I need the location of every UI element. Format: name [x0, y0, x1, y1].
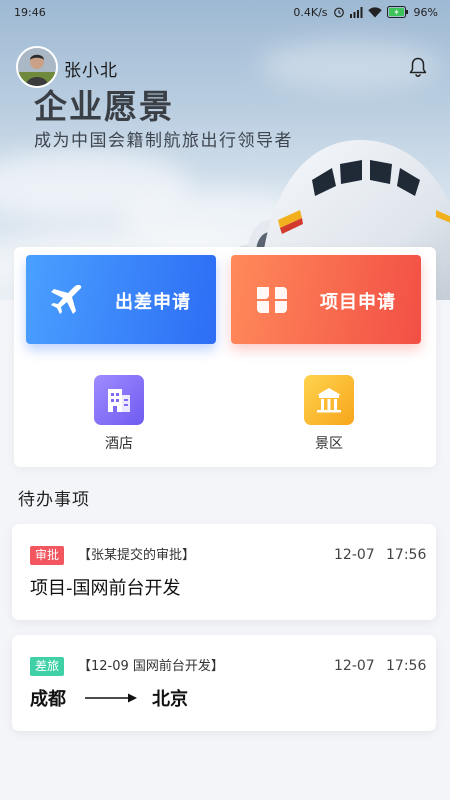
- travel-tag: 差旅: [30, 657, 65, 676]
- network-speed: 0.4K/s: [293, 5, 328, 19]
- todo-item-time: 17:56: [386, 547, 427, 563]
- todo-item-date: 12-07: [334, 547, 375, 563]
- vision-title: 企业愿景: [34, 87, 174, 126]
- scenic-shortcut[interactable]: 景区: [294, 375, 364, 453]
- vision-subtitle: 成为中国会籍制航旅出行领导者: [34, 131, 293, 151]
- hotel-label: 酒店: [105, 436, 133, 452]
- pavilion-icon: [317, 388, 341, 413]
- project-application-button[interactable]: 项目申请: [231, 255, 421, 344]
- trip-application-label: 出差申请: [115, 292, 191, 313]
- todo-item-travel[interactable]: 差旅 【12-09 国网前台开发】 12-07 17:56 成都 北京: [12, 635, 436, 731]
- status-bar: 19:46 0.4K/s 96%: [0, 0, 450, 24]
- alarm-icon: [333, 7, 344, 18]
- hotel-shortcut[interactable]: 酒店: [84, 375, 154, 453]
- user-name[interactable]: 张小北: [64, 56, 118, 81]
- approval-tag: 审批: [30, 546, 65, 565]
- scenic-tile: [304, 375, 354, 425]
- signal-icon: [349, 6, 363, 18]
- battery-level: 96%: [413, 5, 438, 19]
- todo-item-approval[interactable]: 审批 【张某提交的审批】 12-07 17:56 项目-国网前台开发: [12, 524, 436, 620]
- bell-icon[interactable]: [407, 56, 429, 78]
- status-time: 19:46: [14, 5, 46, 19]
- hotel-tile: [94, 375, 144, 425]
- building-icon: [108, 389, 130, 412]
- airplane-icon: [51, 284, 82, 314]
- project-application-label: 项目申请: [320, 292, 396, 313]
- route-destination: 北京: [152, 689, 188, 710]
- todo-item-title: 项目-国网前台开发: [30, 578, 181, 599]
- battery-icon: [386, 6, 408, 18]
- route-origin: 成都: [30, 689, 66, 710]
- quick-action-card: 出差申请 项目申请 酒店 景区: [14, 247, 436, 467]
- scenic-label: 景区: [315, 436, 343, 452]
- trip-application-button[interactable]: 出差申请: [26, 255, 216, 344]
- clover-icon: [257, 287, 287, 313]
- wifi-icon: [367, 6, 382, 17]
- todo-item-date: 12-07: [334, 658, 375, 674]
- arrow-right-icon: [85, 693, 137, 703]
- todo-section-title: 待办事项: [18, 490, 90, 510]
- todo-item-subtitle: 【张某提交的审批】: [78, 548, 196, 563]
- todo-item-subtitle: 【12-09 国网前台开发】: [78, 659, 224, 674]
- todo-item-time: 17:56: [386, 658, 427, 674]
- status-icons: 0.4K/s 96%: [293, 6, 438, 19]
